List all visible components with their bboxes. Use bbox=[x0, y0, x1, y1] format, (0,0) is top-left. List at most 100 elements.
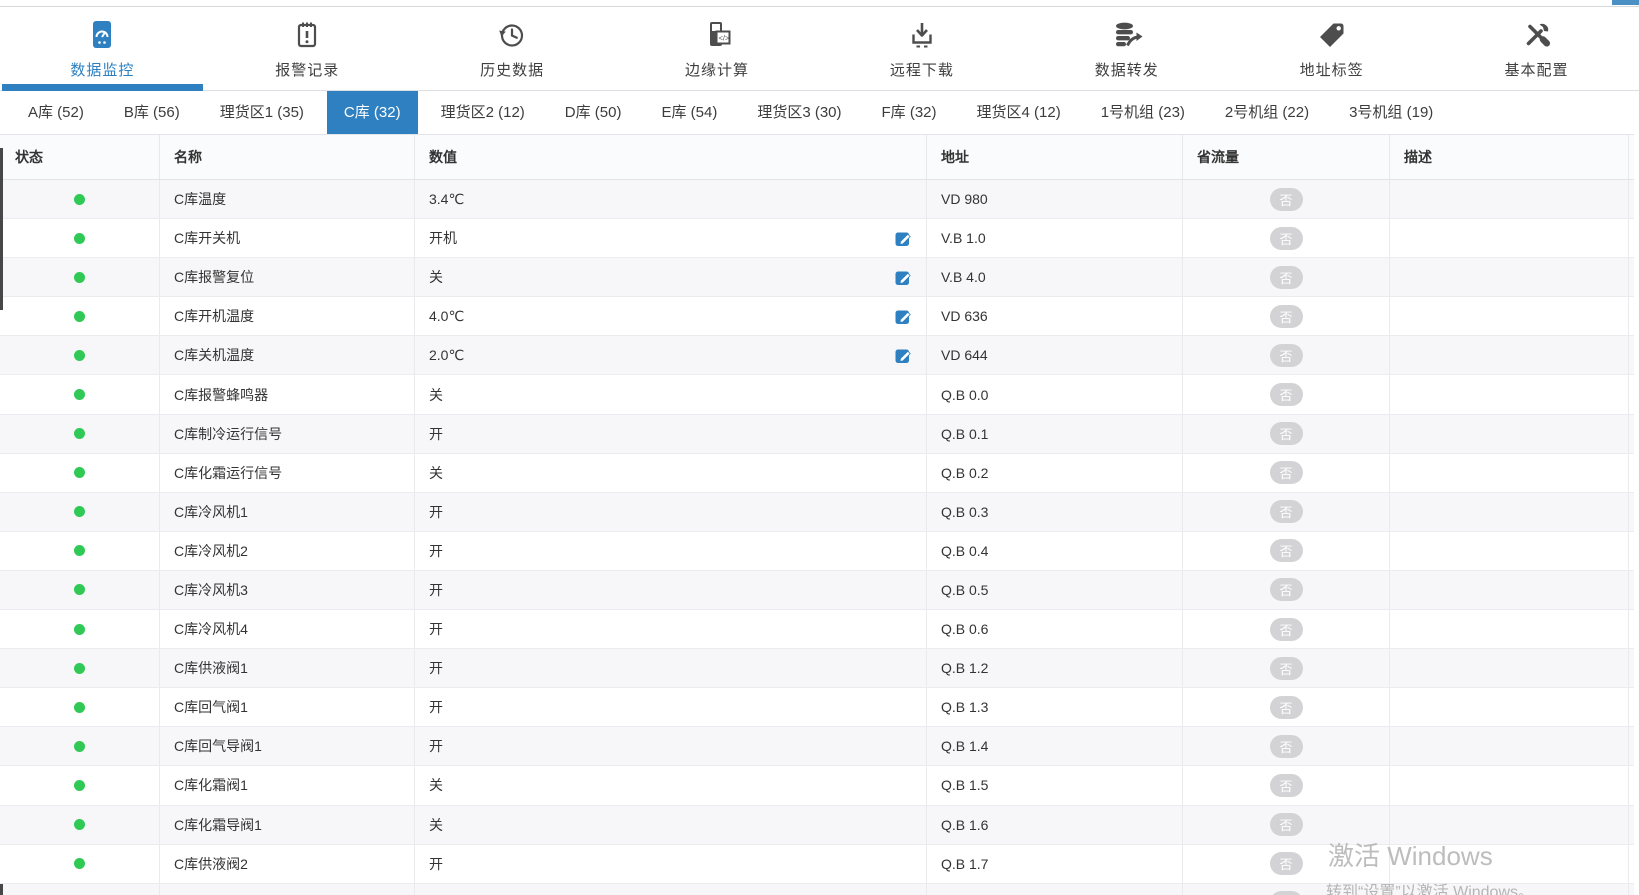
save-traffic-badge[interactable]: 否 bbox=[1270, 696, 1303, 719]
table-row: C库供液阀2开Q.B 1.7否 bbox=[0, 845, 1634, 884]
nav-item-remote-download[interactable]: 远程下载 bbox=[820, 7, 1025, 90]
tab-3[interactable]: C库 (32) bbox=[327, 91, 418, 134]
status-dot-green bbox=[74, 467, 85, 478]
tab-6[interactable]: E库 (54) bbox=[644, 91, 734, 134]
save-traffic-cell: 否 bbox=[1183, 845, 1390, 883]
status-cell bbox=[0, 180, 160, 218]
save-traffic-badge[interactable]: 否 bbox=[1270, 305, 1303, 328]
point-name: C库报警蜂鸣器 bbox=[160, 375, 415, 413]
nav-item-label: 基本配置 bbox=[1505, 59, 1569, 80]
status-cell bbox=[0, 297, 160, 335]
status-cell bbox=[0, 375, 160, 413]
tab-8[interactable]: F库 (32) bbox=[865, 91, 954, 134]
point-address: Q.B 1.3 bbox=[927, 688, 1183, 726]
save-traffic-badge[interactable]: 否 bbox=[1270, 344, 1303, 367]
nav-item-data-monitor[interactable]: 数据监控 bbox=[0, 7, 205, 90]
data-forward-icon bbox=[1110, 18, 1144, 52]
nav-item-alarm-record[interactable]: 报警记录 bbox=[205, 7, 410, 90]
nav-item-basic-config[interactable]: 基本配置 bbox=[1434, 7, 1639, 90]
nav-item-label: 地址标签 bbox=[1300, 59, 1364, 80]
save-traffic-badge[interactable]: 否 bbox=[1270, 500, 1303, 523]
left-scrollbar-fragment[interactable] bbox=[0, 884, 3, 895]
table-row: C库制冷运行信号开Q.B 0.1否 bbox=[0, 415, 1634, 454]
save-traffic-badge[interactable]: 否 bbox=[1270, 813, 1303, 836]
status-cell bbox=[0, 766, 160, 804]
save-traffic-cell: 否 bbox=[1183, 571, 1390, 609]
status-dot-green bbox=[74, 741, 85, 752]
save-traffic-badge[interactable]: 否 bbox=[1270, 266, 1303, 289]
save-traffic-badge[interactable]: 否 bbox=[1270, 852, 1303, 875]
description-cell bbox=[1390, 180, 1629, 218]
nav-item-history-data[interactable]: 历史数据 bbox=[410, 7, 615, 90]
point-value: 开 bbox=[429, 541, 443, 561]
point-address: V.B 4.0 bbox=[927, 258, 1183, 296]
save-traffic-badge[interactable]: 否 bbox=[1270, 578, 1303, 601]
tab-4[interactable]: 理货区2 (12) bbox=[424, 91, 542, 134]
remote-download-icon bbox=[905, 18, 939, 52]
save-traffic-cell: 否 bbox=[1183, 219, 1390, 257]
tab-7[interactable]: 理货区3 (30) bbox=[740, 91, 858, 134]
save-traffic-badge[interactable]: 否 bbox=[1270, 657, 1303, 680]
table-row: C库化霜运行信号关Q.B 0.2否 bbox=[0, 454, 1634, 493]
save-traffic-badge[interactable]: 否 bbox=[1270, 618, 1303, 641]
value-cell: 关 bbox=[415, 806, 927, 844]
point-value: 关 bbox=[429, 775, 443, 795]
tab-2[interactable]: 理货区1 (35) bbox=[203, 91, 321, 134]
table-row: C库回气导阀1开Q.B 1.4否 bbox=[0, 727, 1634, 766]
column-header: 描述 bbox=[1390, 135, 1629, 179]
description-cell bbox=[1390, 297, 1629, 335]
point-name: C库开关机 bbox=[160, 219, 415, 257]
tab-0[interactable]: A库 (52) bbox=[11, 91, 101, 134]
status-cell bbox=[0, 336, 160, 374]
scrollbar-thumb[interactable] bbox=[1612, 0, 1639, 5]
nav-item-data-forward[interactable]: 数据转发 bbox=[1024, 7, 1229, 90]
edit-value-icon[interactable] bbox=[895, 269, 912, 286]
tab-5[interactable]: D库 (50) bbox=[548, 91, 639, 134]
save-traffic-badge[interactable]: 否 bbox=[1270, 422, 1303, 445]
edit-value-icon[interactable] bbox=[895, 347, 912, 364]
status-dot-green bbox=[74, 428, 85, 439]
save-traffic-badge[interactable]: 否 bbox=[1270, 383, 1303, 406]
column-header: 名称 bbox=[160, 135, 415, 179]
status-dot-green bbox=[74, 624, 85, 635]
status-dot-green bbox=[74, 506, 85, 517]
tab-1[interactable]: B库 (56) bbox=[107, 91, 197, 134]
point-address: Q.B 0.0 bbox=[927, 375, 1183, 413]
table-row: C库回气阀2开Q.B 2.0否 bbox=[0, 884, 1634, 895]
edit-value-icon[interactable] bbox=[895, 308, 912, 325]
point-name: C库供液阀2 bbox=[160, 845, 415, 883]
save-traffic-badge[interactable]: 否 bbox=[1270, 461, 1303, 484]
status-cell bbox=[0, 806, 160, 844]
save-traffic-badge[interactable]: 否 bbox=[1270, 735, 1303, 758]
save-traffic-cell: 否 bbox=[1183, 415, 1390, 453]
tab-11[interactable]: 2号机组 (22) bbox=[1208, 91, 1326, 134]
left-scrollbar[interactable] bbox=[0, 148, 3, 310]
tab-9[interactable]: 理货区4 (12) bbox=[960, 91, 1078, 134]
table-row: C库开关机开机V.B 1.0否 bbox=[0, 219, 1634, 258]
point-name: C库冷风机1 bbox=[160, 493, 415, 531]
description-cell bbox=[1390, 688, 1629, 726]
nav-item-edge-compute[interactable]: </> 边缘计算 bbox=[615, 7, 820, 90]
nav-item-label: 数据监控 bbox=[70, 59, 134, 80]
table-row: C库供液阀1开Q.B 1.2否 bbox=[0, 649, 1634, 688]
value-cell: 关 bbox=[415, 375, 927, 413]
edit-value-icon[interactable] bbox=[895, 230, 912, 247]
save-traffic-badge[interactable]: 否 bbox=[1270, 188, 1303, 211]
column-header: 省流量 bbox=[1183, 135, 1390, 179]
status-dot-green bbox=[74, 272, 85, 283]
save-traffic-badge[interactable]: 否 bbox=[1270, 227, 1303, 250]
save-traffic-badge[interactable]: 否 bbox=[1270, 539, 1303, 562]
point-address: VD 636 bbox=[927, 297, 1183, 335]
save-traffic-badge[interactable]: 否 bbox=[1270, 774, 1303, 797]
point-address: Q.B 1.2 bbox=[927, 649, 1183, 687]
status-cell bbox=[0, 219, 160, 257]
tab-12[interactable]: 3号机组 (19) bbox=[1332, 91, 1450, 134]
point-address: Q.B 0.3 bbox=[927, 493, 1183, 531]
save-traffic-badge[interactable]: 否 bbox=[1270, 891, 1303, 895]
main-nav: 数据监控 报警记录 bbox=[0, 7, 1639, 91]
status-cell bbox=[0, 571, 160, 609]
status-cell bbox=[0, 727, 160, 765]
tab-10[interactable]: 1号机组 (23) bbox=[1084, 91, 1202, 134]
table-row: C库关机温度2.0℃VD 644否 bbox=[0, 336, 1634, 375]
nav-item-address-tag[interactable]: 地址标签 bbox=[1229, 7, 1434, 90]
